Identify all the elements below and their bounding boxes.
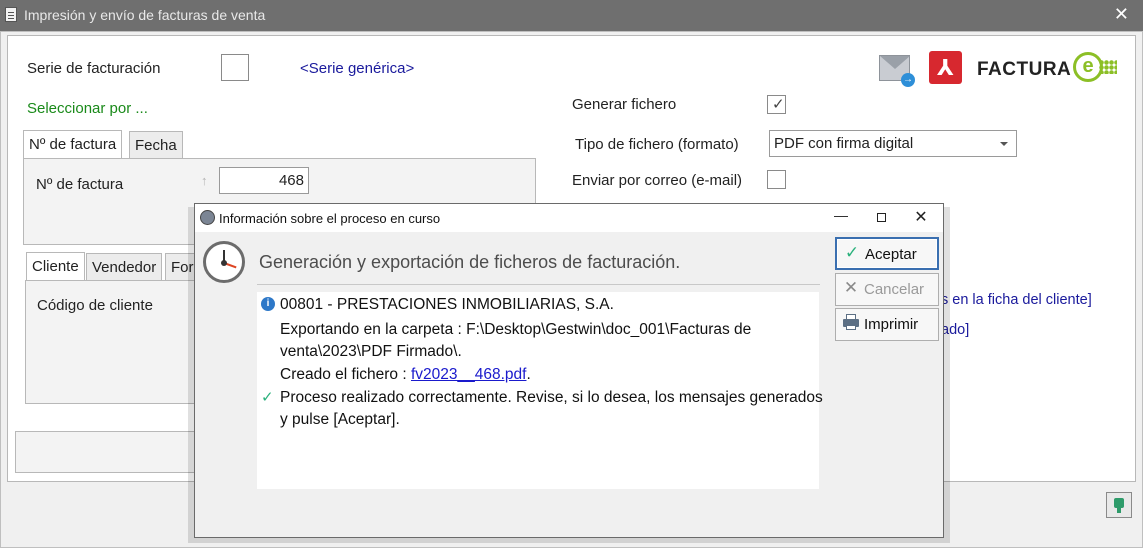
main-close-button[interactable]: ✕ (1114, 4, 1129, 25)
message-exporting-line2: venta\2023\PDF Firmado\. (280, 343, 462, 360)
printer-icon (842, 314, 860, 332)
arrow-up-icon: ↑ (201, 173, 208, 188)
message-done-line2: y pulse [Aceptar]. (280, 411, 400, 428)
app-icon (200, 210, 215, 225)
facturae-dots-icon (1099, 60, 1117, 74)
cancel-button[interactable]: ✕ Cancelar (835, 273, 939, 306)
accept-button-label: Aceptar (865, 246, 917, 263)
serie-input[interactable] (221, 54, 249, 81)
status-area (15, 431, 195, 473)
check-icon: ✓ (772, 96, 785, 113)
tab-vendedor[interactable]: Vendedor (86, 253, 163, 281)
email-send-icon: → (879, 55, 915, 87)
seleccionar-label: Seleccionar por ... (27, 100, 148, 117)
generar-fichero-label: Generar fichero (572, 96, 677, 113)
cancel-button-label: Cancelar (864, 281, 925, 298)
print-button[interactable]: Imprimir (835, 308, 939, 341)
ficha-cliente-link[interactable]: s en la ficha del cliente] (941, 292, 1092, 308)
message-log: i 00801 - PRESTACIONES INMOBILIARIAS, S.… (257, 292, 823, 489)
message-company: 00801 - PRESTACIONES INMOBILIARIAS, S.A. (280, 296, 614, 313)
tab-fecha[interactable]: Fecha (129, 131, 183, 159)
facturae-text: FACTURA (977, 59, 1072, 80)
message-created-suffix: . (526, 366, 531, 383)
message-created: Creado el fichero : fv2023__468.pdf. (280, 366, 531, 384)
info-icon: i (261, 297, 275, 311)
tab-cliente[interactable]: Cliente (26, 252, 85, 281)
tipo-fichero-value: PDF con firma digital (774, 135, 914, 152)
message-done-line1: Proceso realizado correctamente. Revise,… (280, 389, 823, 406)
process-info-dialog: Información sobre el proceso en curso — … (194, 203, 944, 538)
tab-nfactura-label: Nº de factura (29, 136, 117, 153)
pin-button[interactable] (1106, 492, 1132, 518)
tipo-fichero-label: Tipo de fichero (formato) (575, 136, 739, 153)
print-button-label: Imprimir (864, 316, 919, 333)
success-check-icon: ✓ (261, 389, 274, 406)
nfactura-input[interactable]: 468 (219, 167, 309, 194)
pdf-icon: ⅄ (929, 51, 962, 84)
minimize-button[interactable]: — (826, 207, 856, 229)
message-created-prefix: Creado el fichero : (280, 366, 411, 383)
chevron-down-icon (1000, 142, 1008, 146)
close-icon: ✕ (843, 278, 859, 297)
main-window-title: Impresión y envío de facturas de venta (24, 7, 266, 23)
enviar-correo-checkbox[interactable] (767, 170, 786, 189)
codigo-cliente-label: Código de cliente (37, 297, 153, 314)
document-icon (5, 7, 17, 22)
enviar-correo-label: Enviar por correo (e-mail) (572, 172, 743, 189)
serie-generica-link[interactable]: <Serie genérica> (300, 60, 414, 77)
arrow-right-icon: → (901, 73, 915, 87)
dialog-separator (257, 284, 820, 285)
nfactura-label: Nº de factura (36, 176, 124, 193)
pdf-logo-glyph: ⅄ (937, 55, 954, 80)
message-exporting-line1: Exportando en la carpeta : F:\Desktop\Ge… (280, 321, 752, 338)
check-icon: ✓ (844, 243, 860, 262)
clock-icon (203, 241, 245, 283)
dialog-heading: Generación y exportación de ficheros de … (259, 252, 681, 272)
dialog-title-bar: Información sobre el proceso en curso — … (195, 204, 943, 232)
tab-vendedor-label: Vendedor (92, 259, 157, 276)
accept-button[interactable]: ✓ Aceptar (835, 237, 939, 270)
tab-fecha-label: Fecha (135, 137, 177, 154)
generar-fichero-checkbox[interactable]: ✓ (767, 95, 786, 114)
dialog-title: Información sobre el proceso en curso (219, 211, 441, 226)
maximize-button[interactable] (866, 207, 896, 229)
maximize-icon (876, 213, 886, 222)
created-file-link[interactable]: fv2023__468.pdf (411, 366, 527, 383)
tab-nfactura[interactable]: Nº de factura (23, 130, 123, 159)
main-title-bar: Impresión y envío de facturas de venta ✕ (0, 0, 1143, 31)
clock-center (221, 260, 227, 266)
dialog-close-button[interactable]: ✕ (906, 207, 936, 229)
tab-cliente-label: Cliente (32, 258, 79, 275)
serie-label: Serie de facturación (27, 60, 161, 77)
tipo-fichero-select[interactable]: PDF con firma digital (769, 130, 1017, 157)
